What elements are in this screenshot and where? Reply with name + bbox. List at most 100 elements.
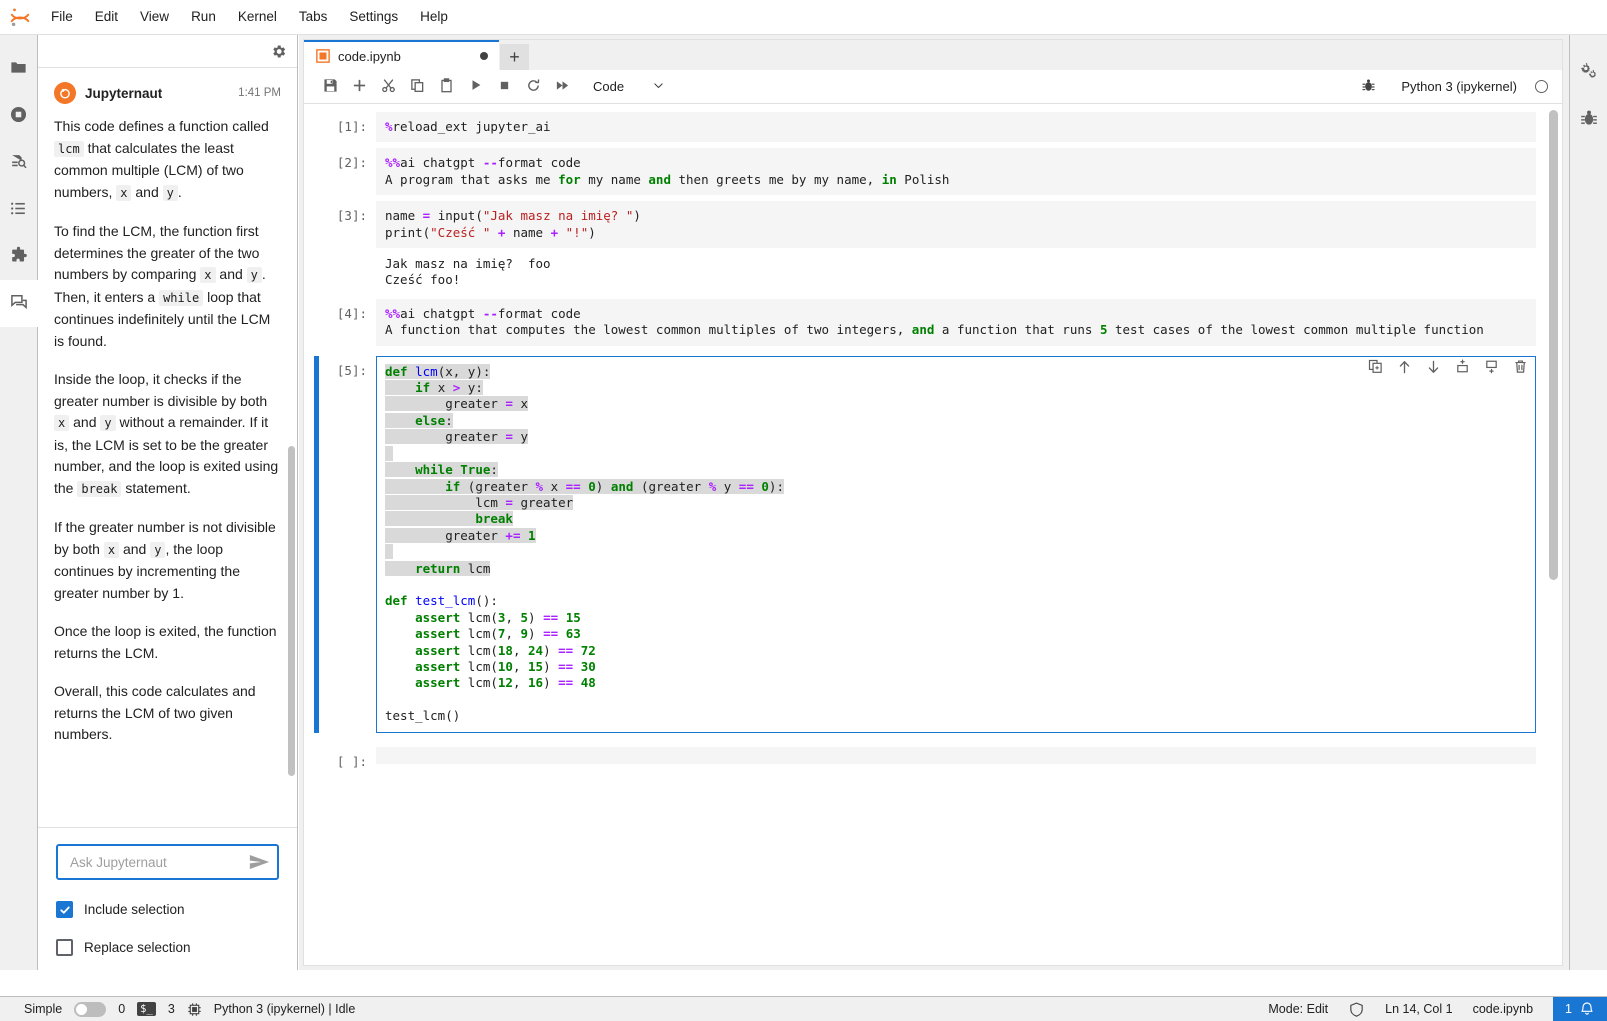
cell-source[interactable]: %reload_ext jupyter_ai [385, 119, 1527, 135]
replace-selection-checkbox[interactable] [56, 939, 73, 956]
notebook-scrollbar[interactable] [1549, 110, 1558, 580]
debugger-toggle-button[interactable] [1354, 74, 1383, 100]
notebook-cell[interactable]: [ ]: [304, 747, 1536, 769]
menu-item-run[interactable]: Run [180, 4, 227, 30]
main-dock-area: code.ipynb + [299, 35, 1569, 970]
move-cell-up-button[interactable] [1397, 359, 1412, 375]
gear-icon[interactable] [270, 43, 287, 60]
terminal-badge-icon: $_ [137, 1002, 156, 1016]
chat-message-header: Jupyternaut 1:41 PM [54, 82, 281, 104]
menu-item-tabs[interactable]: Tabs [288, 4, 339, 30]
menu-item-settings[interactable]: Settings [338, 4, 409, 30]
menu-item-kernel[interactable]: Kernel [227, 4, 288, 30]
sidebar-item-extension-manager[interactable] [0, 233, 38, 280]
simple-mode-toggle[interactable] [74, 1002, 106, 1017]
cell-execution-prompt: [ ]: [314, 747, 376, 769]
run-cell-button[interactable] [461, 74, 490, 100]
cut-cell-button[interactable] [374, 74, 403, 100]
duplicate-cell-button[interactable] [1368, 359, 1383, 374]
cell-type-dropdown[interactable]: Code [587, 77, 671, 97]
cell-editor[interactable]: %%ai chatgpt --format code A program tha… [376, 148, 1536, 195]
jupyternaut-avatar-icon [54, 82, 76, 104]
notebook-cell[interactable]: [1]:%reload_ext jupyter_ai [304, 112, 1536, 142]
menu-item-file[interactable]: File [40, 4, 84, 30]
chat-paragraph: If the greater number is not divisible b… [54, 517, 281, 604]
insert-cell-above-button[interactable] [1455, 359, 1470, 374]
cursor-position-label[interactable]: Ln 14, Col 1 [1385, 1002, 1452, 1016]
tab-code-ipynb[interactable]: code.ipynb [304, 40, 499, 70]
restart-run-all-button[interactable] [548, 74, 577, 100]
restart-kernel-button[interactable] [519, 74, 548, 100]
unsaved-changes-dot[interactable] [480, 52, 488, 60]
send-arrow-icon[interactable] [249, 854, 270, 870]
interrupt-kernel-button[interactable] [490, 74, 519, 100]
chat-timestamp: 1:41 PM [238, 87, 281, 99]
insert-below-icon [1484, 359, 1499, 374]
kernel-status-label[interactable]: Python 3 (ipykernel) | Idle [214, 1002, 356, 1016]
arrow-down-icon [1426, 359, 1441, 375]
include-selection-checkbox[interactable] [56, 901, 73, 918]
ask-jupyternaut-box[interactable] [56, 844, 279, 880]
terminal-count[interactable]: 0 [118, 1002, 125, 1016]
cell-source[interactable]: %%ai chatgpt --format code A program tha… [385, 155, 1527, 188]
include-selection-label: Include selection [84, 902, 185, 917]
cell-editor[interactable]: def lcm(x, y): if x > y: greater = x els… [376, 356, 1536, 733]
notebook-tab-bar: code.ipynb + [304, 40, 1562, 70]
notebook-cell[interactable]: [4]:%%ai chatgpt --format code A functio… [304, 299, 1536, 346]
kernel-idle-circle-icon[interactable] [1535, 80, 1548, 93]
kernel-session-count[interactable]: 3 [168, 1002, 175, 1016]
toggle-knob [76, 1004, 87, 1015]
sidebar-item-table-of-contents[interactable] [0, 186, 38, 233]
kernel-name-label[interactable]: Python 3 (ipykernel) [1401, 79, 1517, 94]
notification-count: 1 [1565, 1002, 1572, 1016]
notebook-panel: code.ipynb + [303, 39, 1563, 966]
cell-editor[interactable]: %%ai chatgpt --format code A function th… [376, 299, 1536, 346]
cell-source[interactable]: name = input("Jak masz na imię? ") print… [385, 208, 1527, 241]
notebook-file-icon [316, 49, 330, 63]
chat-input[interactable] [68, 854, 249, 871]
cell-editor[interactable]: %reload_ext jupyter_ai [376, 112, 1536, 142]
jupyternaut-chat-panel: Jupyternaut 1:41 PM This code defines a … [38, 35, 298, 970]
cell-editor[interactable]: name = input("Jak masz na imię? ") print… [376, 201, 1536, 248]
gears-icon [1579, 60, 1599, 83]
paste-cell-button[interactable] [432, 74, 461, 100]
save-button[interactable] [316, 74, 345, 100]
insert-above-icon [1455, 359, 1470, 374]
notebook-cell[interactable]: [2]:%%ai chatgpt --format code A program… [304, 148, 1536, 195]
bug-icon [1579, 108, 1599, 131]
shield-icon[interactable] [1348, 1001, 1365, 1018]
chat-panel-scrollbar[interactable] [288, 446, 295, 776]
notebook-cell-active[interactable]: [5]:def lcm(x, y): if x > y: greater = x… [304, 356, 1536, 733]
insert-cell-below-button[interactable] [1484, 359, 1499, 374]
menu-item-view[interactable]: View [129, 4, 180, 30]
chat-panel-header [38, 35, 297, 68]
copy-cell-button[interactable] [403, 74, 432, 100]
sidebar-item-running-terminals[interactable] [0, 92, 38, 139]
sidebar-item-property-inspector[interactable] [1570, 47, 1607, 95]
include-selection-row[interactable]: Include selection [56, 901, 279, 918]
sidebar-item-jupyternaut-chat[interactable] [0, 280, 38, 327]
sidebar-item-debugger[interactable] [1570, 95, 1607, 143]
notebook-cell[interactable]: [3]:name = input("Jak masz na imię? ") p… [304, 201, 1536, 293]
move-cell-down-button[interactable] [1426, 359, 1441, 375]
chat-message-body: This code defines a function called lcm … [54, 116, 281, 746]
replace-selection-row[interactable]: Replace selection [56, 939, 279, 956]
cell-editor[interactable] [376, 747, 1536, 764]
inline-code: x [116, 185, 131, 201]
stop-icon [498, 79, 511, 95]
cell-source[interactable]: %%ai chatgpt --format code A function th… [385, 306, 1527, 339]
current-file-label[interactable]: code.ipynb [1473, 1002, 1533, 1016]
sidebar-item-command-palette[interactable] [0, 139, 38, 186]
new-launcher-tab-button[interactable]: + [500, 44, 529, 70]
bell-icon [1579, 1001, 1595, 1017]
delete-cell-button[interactable] [1513, 359, 1528, 374]
menu-item-edit[interactable]: Edit [84, 4, 129, 30]
cell-source[interactable]: def lcm(x, y): if x > y: greater = x els… [385, 364, 1527, 725]
notebook-mode-label[interactable]: Mode: Edit [1268, 1002, 1328, 1016]
notification-center-button[interactable]: 1 [1553, 997, 1607, 1021]
inline-code: break [77, 481, 121, 497]
menu-item-help[interactable]: Help [409, 4, 459, 30]
menu-item-list: File Edit View Run Kernel Tabs Settings … [40, 4, 459, 30]
sidebar-item-file-browser[interactable] [0, 45, 38, 92]
insert-cell-button[interactable] [345, 74, 374, 100]
